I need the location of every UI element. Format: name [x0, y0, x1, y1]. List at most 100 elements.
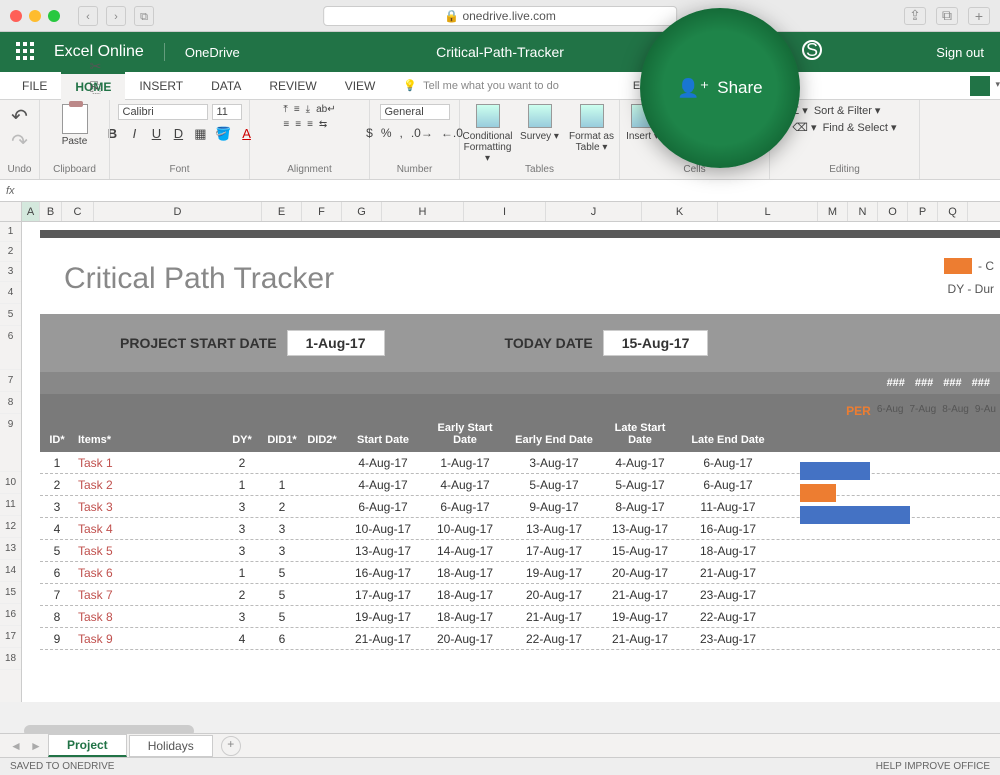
tab-insert[interactable]: INSERT: [125, 72, 197, 100]
row-5[interactable]: 5: [0, 304, 21, 326]
sign-out-link[interactable]: Sign out: [936, 45, 984, 60]
user-menu-icon[interactable]: [970, 76, 990, 96]
find-select-button[interactable]: Find & Select ▾: [823, 121, 897, 134]
col-G[interactable]: G: [342, 202, 382, 221]
row-14[interactable]: 14: [0, 560, 21, 582]
tell-me-search[interactable]: 💡Tell me what you want to do: [389, 79, 572, 92]
forward-button[interactable]: ›: [106, 6, 126, 26]
col-M[interactable]: M: [818, 202, 848, 221]
percent-icon[interactable]: %: [381, 126, 392, 140]
col-P[interactable]: P: [908, 202, 938, 221]
number-format-select[interactable]: General: [380, 104, 450, 120]
row-13[interactable]: 13: [0, 538, 21, 560]
row-3[interactable]: 3: [0, 262, 21, 282]
col-J[interactable]: J: [546, 202, 642, 221]
col-H[interactable]: H: [382, 202, 464, 221]
sheet-nav-prev[interactable]: ◄: [6, 739, 26, 753]
format-as-table-button[interactable]: Format as Table ▾: [566, 104, 618, 164]
minimize-window-icon[interactable]: [29, 10, 41, 22]
sheet-tab-project[interactable]: Project: [48, 734, 127, 757]
col-D[interactable]: D: [94, 202, 262, 221]
tab-review[interactable]: REVIEW: [255, 72, 330, 100]
font-size-select[interactable]: 11: [212, 104, 242, 120]
sheet-tab-holidays[interactable]: Holidays: [129, 735, 213, 757]
row-1[interactable]: 1: [0, 222, 21, 242]
sort-filter-button[interactable]: Sort & Filter ▾: [814, 104, 881, 117]
tabs-icon[interactable]: ⧉: [936, 7, 958, 25]
table-row[interactable]: 8Task 83519-Aug-1718-Aug-1721-Aug-1719-A…: [40, 606, 1000, 628]
select-all-triangle[interactable]: [0, 202, 22, 221]
tab-view[interactable]: VIEW: [331, 72, 390, 100]
increase-decimal-icon[interactable]: .0→: [411, 126, 433, 140]
app-launcher-icon[interactable]: [16, 42, 36, 62]
address-bar[interactable]: 🔒 onedrive.live.com: [323, 6, 677, 26]
row-4[interactable]: 4: [0, 282, 21, 304]
conditional-formatting-button[interactable]: Conditional Formatting ▾: [462, 104, 514, 164]
row-7[interactable]: 7: [0, 370, 21, 392]
row-9[interactable]: 9: [0, 414, 21, 472]
col-L[interactable]: L: [718, 202, 818, 221]
col-A[interactable]: A: [22, 202, 40, 221]
comma-icon[interactable]: ,: [400, 126, 403, 140]
align-bottom-icon[interactable]: ⤓: [306, 104, 310, 115]
copy-icon[interactable]: ⎘: [90, 79, 102, 96]
breadcrumb-onedrive[interactable]: OneDrive: [185, 45, 240, 60]
today-date-value[interactable]: 15-Aug-17: [603, 330, 709, 356]
align-center-icon[interactable]: ≡: [295, 119, 301, 130]
formula-bar[interactable]: fx: [0, 180, 1000, 202]
row-11[interactable]: 11: [0, 494, 21, 516]
sidebar-toggle-icon[interactable]: ⧉: [134, 6, 154, 26]
col-O[interactable]: O: [878, 202, 908, 221]
sheet-nav-next[interactable]: ►: [26, 739, 46, 753]
border-icon[interactable]: ▦: [193, 126, 207, 142]
row-18[interactable]: 18: [0, 648, 21, 670]
underline-button[interactable]: U: [149, 126, 163, 142]
double-underline-button[interactable]: D: [171, 126, 185, 142]
col-Q[interactable]: Q: [938, 202, 968, 221]
merge-icon[interactable]: ⇆: [319, 119, 327, 130]
clear-icon[interactable]: ⌫ ▾: [792, 121, 816, 134]
maximize-window-icon[interactable]: [48, 10, 60, 22]
align-top-icon[interactable]: ⤒: [283, 104, 287, 115]
tab-data[interactable]: DATA: [197, 72, 255, 100]
row-15[interactable]: 15: [0, 582, 21, 604]
wrap-text-icon[interactable]: ab↵: [316, 104, 336, 115]
row-6[interactable]: 6: [0, 326, 21, 370]
align-right-icon[interactable]: ≡: [307, 119, 313, 130]
paste-icon[interactable]: [62, 104, 88, 134]
col-B[interactable]: B: [40, 202, 62, 221]
skype-icon[interactable]: S: [802, 40, 822, 60]
row-10[interactable]: 10: [0, 472, 21, 494]
row-12[interactable]: 12: [0, 516, 21, 538]
col-E[interactable]: E: [262, 202, 302, 221]
new-tab-icon[interactable]: +: [968, 7, 990, 25]
table-row[interactable]: 5Task 53313-Aug-1714-Aug-1717-Aug-1715-A…: [40, 540, 1000, 562]
redo-icon[interactable]: ↷: [11, 129, 28, 154]
help-improve-link[interactable]: HELP IMPROVE OFFICE: [876, 761, 990, 772]
col-K[interactable]: K: [642, 202, 718, 221]
col-N[interactable]: N: [848, 202, 878, 221]
italic-button[interactable]: I: [127, 126, 141, 142]
cut-icon[interactable]: ✂: [90, 58, 102, 75]
paste-button[interactable]: Paste: [62, 136, 88, 147]
share-icon[interactable]: ⇪: [904, 7, 926, 25]
col-I[interactable]: I: [464, 202, 546, 221]
table-row[interactable]: 9Task 94621-Aug-1720-Aug-1722-Aug-1721-A…: [40, 628, 1000, 650]
row-16[interactable]: 16: [0, 604, 21, 626]
spreadsheet-grid[interactable]: 123456789101112131415161718 Critical Pat…: [0, 222, 1000, 702]
row-17[interactable]: 17: [0, 626, 21, 648]
add-sheet-button[interactable]: +: [221, 736, 241, 756]
row-8[interactable]: 8: [0, 392, 21, 414]
close-window-icon[interactable]: [10, 10, 22, 22]
share-button[interactable]: 👤⁺ Share: [640, 8, 800, 168]
align-left-icon[interactable]: ≡: [283, 119, 289, 130]
survey-button[interactable]: Survey ▾: [514, 104, 566, 164]
row-2[interactable]: 2: [0, 242, 21, 262]
currency-icon[interactable]: $: [366, 126, 373, 140]
col-C[interactable]: C: [62, 202, 94, 221]
undo-icon[interactable]: ↶: [11, 104, 28, 129]
project-start-value[interactable]: 1-Aug-17: [287, 330, 385, 356]
col-F[interactable]: F: [302, 202, 342, 221]
tab-file[interactable]: FILE: [8, 72, 61, 100]
table-row[interactable]: 6Task 61516-Aug-1718-Aug-1719-Aug-1720-A…: [40, 562, 1000, 584]
